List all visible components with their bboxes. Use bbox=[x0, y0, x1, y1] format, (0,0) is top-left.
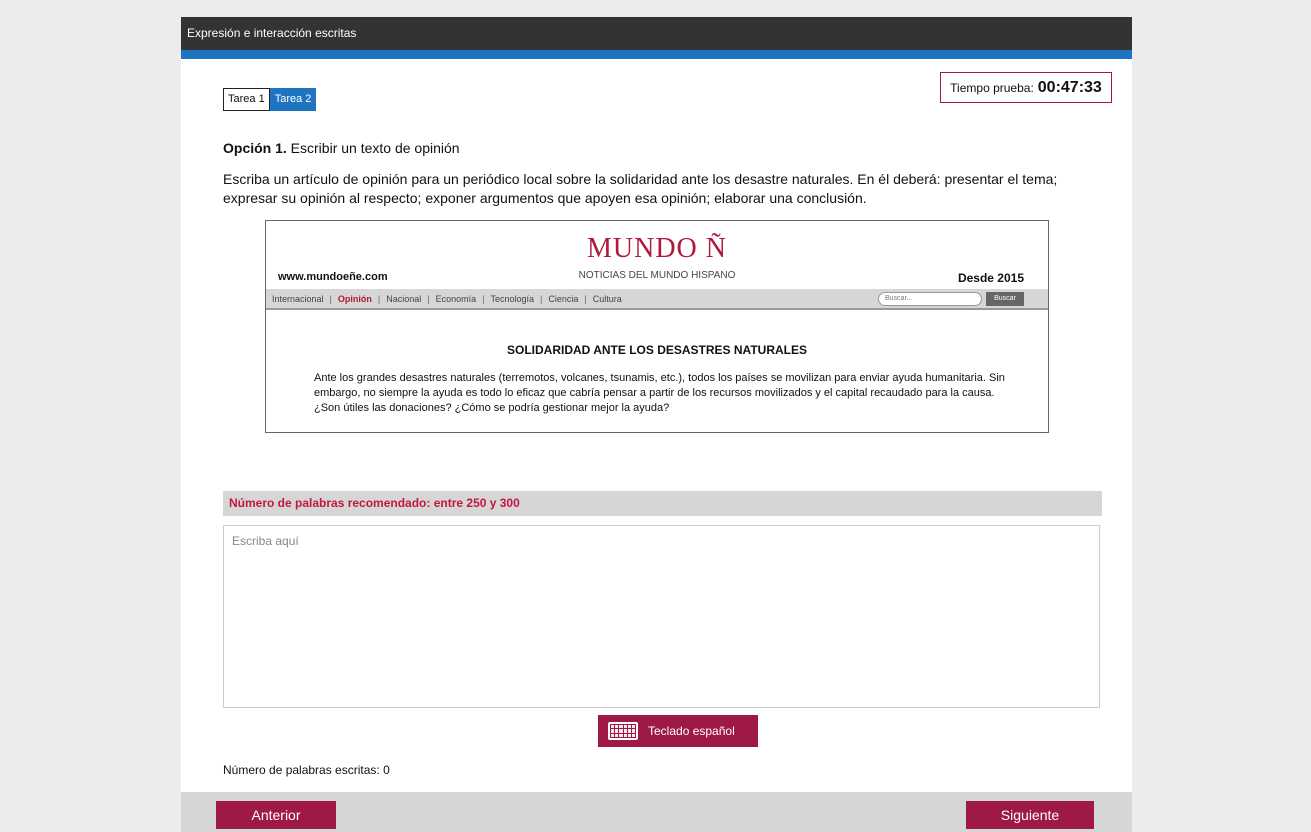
newspaper-url: www.mundoeñe.com bbox=[278, 271, 388, 283]
previous-button[interactable]: Anterior bbox=[216, 801, 336, 829]
recommended-words-bar: Número de palabras recomendado: entre 25… bbox=[223, 491, 1102, 516]
nav-item-cultura: Cultura bbox=[592, 293, 622, 304]
nav-item-tecnologia: Tecnología bbox=[490, 293, 535, 304]
option-title: Escribir un texto de opinión bbox=[286, 140, 460, 156]
task-instructions: Escriba un artículo de opinión para un p… bbox=[223, 171, 1058, 206]
tab-tarea-2[interactable]: Tarea 2 bbox=[269, 88, 317, 111]
answer-textarea[interactable] bbox=[223, 525, 1100, 708]
exam-frame: Expresión e interacción escritas Tarea 1… bbox=[181, 17, 1132, 832]
window-title: Expresión e interacción escritas bbox=[181, 17, 1132, 50]
option-heading: Opción 1. Escribir un texto de opinión bbox=[223, 140, 460, 156]
nav-item-economia: Economía bbox=[435, 293, 477, 304]
article-headline: SOLIDARIDAD ANTE LOS DESASTRES NATURALES bbox=[506, 343, 807, 357]
article-body: Ante los grandes desastres naturales (te… bbox=[314, 372, 1005, 414]
nav-item-opinion: Opinión bbox=[337, 293, 372, 304]
newspaper-nav: Internacional | Opinión | Nacional | Econom… bbox=[266, 289, 1048, 310]
nav-item-nacional: Nacional bbox=[386, 293, 422, 304]
task-tabs: Tarea 1 Tarea 2 bbox=[223, 88, 317, 111]
timer-value: 00:47:33 bbox=[1037, 78, 1102, 96]
option-number: Opción 1. bbox=[223, 140, 287, 156]
newspaper-image: MUNDO Ñ NOTICIAS DEL MUNDO HISPANO www.m… bbox=[265, 220, 1049, 433]
newspaper-search-field: Buscar... bbox=[878, 292, 982, 306]
exam-timer: Tiempo prueba: 00:47:33 bbox=[940, 72, 1112, 103]
footer-bar: Anterior Siguiente bbox=[181, 792, 1132, 832]
tab-tarea-1[interactable]: Tarea 1 bbox=[223, 88, 270, 111]
newspaper-search-button: Buscar bbox=[986, 292, 1024, 306]
accent-bar bbox=[181, 50, 1132, 59]
next-button[interactable]: Siguiente bbox=[966, 801, 1094, 829]
nav-item-internacional: Internacional bbox=[272, 293, 324, 304]
nav-item-ciencia: Ciencia bbox=[548, 293, 579, 304]
newspaper-logo: MUNDO Ñ bbox=[587, 233, 727, 264]
words-written-count: Número de palabras escritas: 0 bbox=[223, 763, 390, 777]
keyboard-icon bbox=[608, 722, 638, 740]
newspaper-since: Desde 2015 bbox=[957, 271, 1024, 285]
spanish-keyboard-button[interactable]: Teclado español bbox=[598, 715, 758, 747]
timer-label: Tiempo prueba: bbox=[950, 80, 1034, 95]
keyboard-button-label: Teclado español bbox=[648, 724, 735, 738]
